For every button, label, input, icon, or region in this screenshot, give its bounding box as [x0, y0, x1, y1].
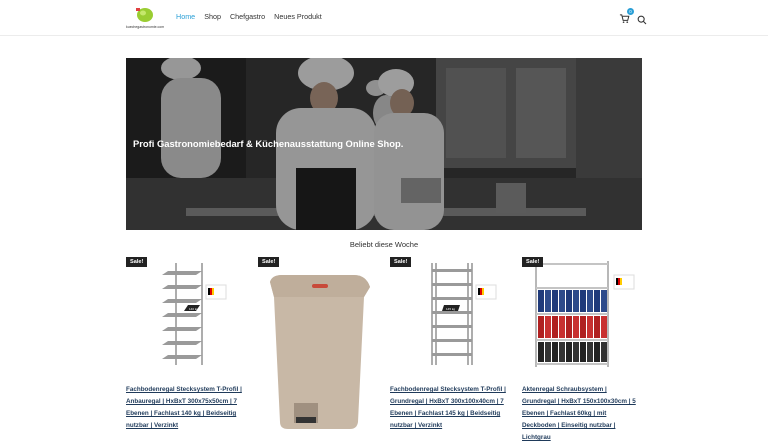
header-icons: 0 [619, 8, 647, 24]
nav-neues-produkt[interactable]: Neues Produkt [274, 12, 322, 21]
product-image-shelf[interactable]: 140 kg [126, 257, 244, 377]
logo-text: kuechegastronomie.com [126, 25, 165, 29]
cart-count-badge: 0 [627, 8, 634, 15]
sale-badge: Sale! [258, 257, 280, 267]
nav-home[interactable]: Home [176, 12, 195, 21]
svg-text:145 kg: 145 kg [446, 307, 455, 311]
section-title: Beliebt diese Woche [349, 240, 419, 249]
nav-chefgastro[interactable]: Chefgastro [230, 12, 265, 21]
product-title[interactable]: Fachbodenregal Stecksystem T-Profil | An… [126, 384, 246, 432]
product-image-bin[interactable] [258, 257, 376, 432]
svg-text:140 kg: 140 kg [189, 307, 198, 311]
hero-title: Profi Gastronomiebedarf & Küchenausstatt… [133, 138, 404, 149]
sale-badge: Sale! [390, 257, 412, 267]
main-nav: Home Shop Chefgastro Neues Produkt [176, 12, 322, 21]
site-logo[interactable]: kuechegastronomie.com [126, 5, 164, 29]
sale-badge: Sale! [522, 257, 544, 267]
search-button[interactable] [637, 12, 647, 24]
sale-badge: Sale! [126, 257, 148, 267]
nav-shop[interactable]: Shop [204, 12, 221, 21]
product-image-shelf[interactable]: 145 kg [390, 257, 508, 377]
product-title[interactable]: Fachbodenregal Stecksystem T-Profil | Gr… [390, 384, 510, 432]
cart-button[interactable]: 0 [619, 8, 634, 23]
product-image-file-shelf[interactable] [522, 257, 640, 377]
product-title[interactable]: Aktenregal Schraubsystem | Grundregal | … [522, 384, 642, 444]
search-icon [637, 15, 647, 24]
hero-banner: Profi Gastronomiebedarf & Küchenausstatt… [126, 58, 642, 230]
logo-icon [136, 8, 153, 22]
site-header: kuechegastronomie.com Home Shop Chefgast… [0, 0, 768, 36]
